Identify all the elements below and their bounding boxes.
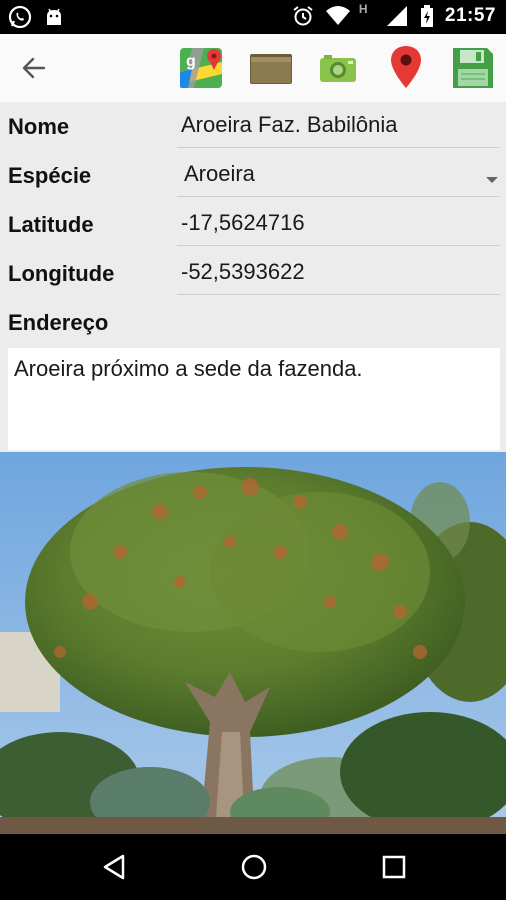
google-maps-icon: g: [180, 48, 222, 88]
h-network-icon: H: [358, 2, 368, 16]
signal-icon: [385, 4, 409, 28]
google-maps-button[interactable]: g: [178, 44, 226, 92]
nav-home-button[interactable]: [234, 847, 274, 887]
latitude-field[interactable]: -17,5624716: [177, 206, 500, 246]
back-triangle-icon: [103, 854, 125, 880]
battery-icon: [419, 4, 435, 28]
longitude-field[interactable]: -52,5393622: [177, 255, 500, 295]
tree-image: [0, 452, 506, 834]
action-bar: g: [0, 34, 506, 102]
recents-square-icon: [382, 855, 406, 879]
whatsapp-icon: [8, 5, 32, 29]
location-pin-icon: [391, 46, 421, 88]
folder-button[interactable]: [247, 44, 295, 92]
navigation-bar: [0, 834, 506, 900]
alarm-icon: [291, 4, 315, 28]
status-bar: H 21:57: [0, 0, 506, 34]
latitude-value: -17,5624716: [181, 210, 305, 235]
nome-label: Nome: [8, 114, 70, 139]
longitude-label: Longitude: [8, 261, 115, 286]
endereco-value: Aroeira próximo a sede da fazenda.: [14, 356, 363, 381]
especie-label: Espécie: [8, 163, 92, 188]
svg-text:g: g: [186, 53, 196, 70]
wifi-icon: [325, 4, 350, 28]
endereco-label: Endereço: [8, 310, 109, 335]
clock: 21:57: [444, 5, 496, 26]
location-button[interactable]: [382, 44, 430, 92]
home-circle-icon: [241, 854, 267, 880]
endereco-row: Endereço: [0, 298, 506, 346]
latitude-label: Latitude: [8, 212, 94, 237]
endereco-field[interactable]: Aroeira próximo a sede da fazenda.: [8, 348, 500, 450]
nav-recents-button[interactable]: [374, 847, 414, 887]
especie-value: Aroeira: [184, 161, 255, 186]
camera-button[interactable]: [314, 44, 362, 92]
latitude-row: Latitude -17,5624716: [0, 200, 506, 248]
save-button[interactable]: [449, 44, 497, 92]
nome-row: Nome Aroeira Faz. Babilônia: [0, 102, 506, 150]
especie-spinner[interactable]: Aroeira: [177, 157, 500, 197]
tree-photo[interactable]: [0, 452, 506, 834]
save-icon: [453, 48, 493, 88]
longitude-value: -52,5393622: [181, 259, 305, 284]
longitude-row: Longitude -52,5393622: [0, 249, 506, 297]
folder-icon: [250, 54, 292, 84]
nome-value: Aroeira Faz. Babilônia: [181, 112, 398, 137]
nav-back-button[interactable]: [94, 847, 134, 887]
especie-row: Espécie Aroeira: [0, 151, 506, 199]
camera-icon: [320, 55, 356, 82]
nome-field[interactable]: Aroeira Faz. Babilônia: [177, 108, 500, 148]
back-button[interactable]: [14, 48, 54, 88]
arrow-back-icon: [22, 57, 46, 79]
android-icon: [42, 5, 66, 29]
dropdown-caret-icon: [486, 177, 498, 183]
